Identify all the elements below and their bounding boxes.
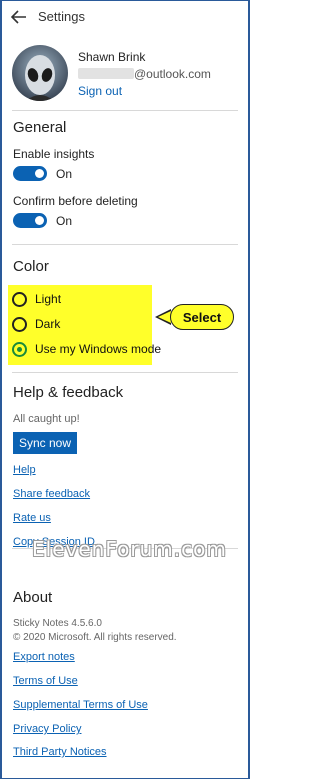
select-callout: Select <box>170 304 234 330</box>
divider <box>12 110 238 111</box>
radio-light-label: Light <box>35 292 62 306</box>
copyright-text: © 2020 Microsoft. All rights reserved. <box>13 632 177 643</box>
enable-insights-toggle[interactable] <box>13 166 47 181</box>
enable-insights-state: On <box>56 167 73 181</box>
radio-dark[interactable]: Dark <box>12 315 60 333</box>
radio-button-selected[interactable] <box>12 341 27 357</box>
window-title: Settings <box>38 9 85 24</box>
divider <box>12 244 238 245</box>
user-name: Shawn Brink <box>78 50 146 64</box>
share-feedback-link[interactable]: Share feedback <box>13 488 90 500</box>
general-heading: General <box>13 119 67 136</box>
radio-dark-label: Dark <box>35 317 61 331</box>
user-email: @outlook.com <box>134 67 211 81</box>
sync-status: All caught up! <box>13 413 80 425</box>
back-arrow-icon <box>11 10 26 24</box>
radio-light[interactable]: Light <box>12 290 61 308</box>
sync-now-button[interactable]: Sync now <box>13 432 77 454</box>
watermark: ElevenForum.com <box>32 537 227 561</box>
help-feedback-heading: Help & feedback <box>13 384 124 401</box>
radio-windows-mode-label: Use my Windows mode <box>35 342 162 356</box>
radio-button[interactable] <box>12 291 27 307</box>
confirm-delete-state: On <box>56 214 73 228</box>
title-bar: Settings <box>2 0 248 34</box>
privacy-policy-link[interactable]: Privacy Policy <box>13 723 81 735</box>
supplemental-terms-link[interactable]: Supplemental Terms of Use <box>13 699 148 711</box>
confirm-delete-toggle[interactable] <box>13 213 47 228</box>
terms-of-use-link[interactable]: Terms of Use <box>13 675 78 687</box>
back-button[interactable] <box>8 6 30 28</box>
help-link[interactable]: Help <box>13 464 36 476</box>
about-heading: About <box>13 589 53 606</box>
confirm-delete-label: Confirm before deleting <box>13 194 138 208</box>
color-heading: Color <box>13 258 49 275</box>
third-party-notices-link[interactable]: Third Party Notices <box>13 746 107 758</box>
export-notes-link[interactable]: Export notes <box>13 651 75 663</box>
enable-insights-label: Enable insights <box>13 147 95 161</box>
app-version: Sticky Notes 4.5.6.0 <box>13 618 102 629</box>
sign-out-link[interactable]: Sign out <box>78 84 122 98</box>
rate-us-link[interactable]: Rate us <box>13 512 51 524</box>
radio-windows-mode[interactable]: Use my Windows mode <box>12 340 161 358</box>
divider <box>12 372 238 373</box>
avatar <box>12 45 68 101</box>
redacted-email-prefix <box>78 68 134 79</box>
radio-button[interactable] <box>12 316 27 332</box>
